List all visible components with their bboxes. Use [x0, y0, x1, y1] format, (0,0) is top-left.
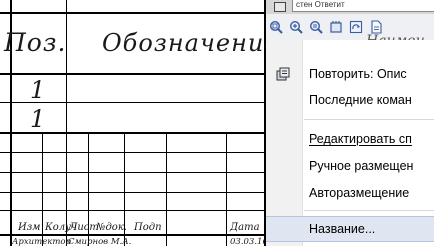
menu-item-label: Повторить: Опис	[309, 67, 407, 81]
checkbox-icon[interactable]	[274, 2, 286, 12]
zoom-scale-icon[interactable]	[308, 18, 324, 35]
drawing-sheet[interactable]: Поз. Обозначение 1 1 Изм Колуч Лист №док…	[0, 0, 266, 246]
pan-icon[interactable]	[328, 18, 344, 35]
sheet-col-divider	[66, 0, 67, 132]
menu-separator	[304, 210, 434, 211]
refresh-view-icon[interactable]	[348, 18, 364, 35]
sheet-top-border	[0, 12, 266, 14]
developer-name: Смирнов М.А.	[68, 237, 132, 246]
designation-header: Обозначение	[102, 29, 266, 57]
row-1-bottom-line	[0, 102, 266, 103]
header-bottom-border	[0, 73, 266, 75]
title-data-label: Дата	[230, 222, 260, 233]
menu-item-label: Название...	[309, 222, 376, 236]
menu-item-manual-placement[interactable]: Ручное размещен	[266, 154, 434, 178]
signature-date: 03.03.16	[230, 237, 266, 246]
menu-item-title[interactable]: Название...	[266, 216, 434, 242]
menu-item-edit-spec[interactable]: Редактировать сп	[266, 127, 434, 151]
repeat-command-icon	[275, 66, 291, 82]
menu-item-label: Редактировать сп	[309, 132, 412, 146]
title-col-5	[166, 132, 167, 246]
property-field[interactable]: стен Ответит	[292, 0, 434, 12]
menu-item-label: Последние коман	[309, 93, 412, 107]
title-col-6	[226, 132, 227, 246]
developer-role: Архитектор	[12, 237, 71, 246]
title-podp-label: Подп	[134, 222, 162, 233]
menu-item-auto-placement[interactable]: Авторазмещение	[266, 181, 434, 205]
position-header: Поз.	[4, 28, 67, 57]
row-2-position: 1	[30, 105, 46, 133]
menu-item-label: Авторазмещение	[309, 186, 410, 200]
menu-item-recent-commands[interactable]: Последние коман	[266, 88, 434, 112]
app-panel: стен Ответит Наимен Повторить: Опис	[266, 0, 434, 246]
title-n-dok-label: №док.	[96, 222, 127, 233]
zoom-in-icon[interactable]	[288, 18, 304, 35]
menu-item-label: Ручное размещен	[309, 159, 414, 173]
row-1-position: 1	[30, 76, 46, 104]
context-menu: Повторить: Опис Последние коман Редактир…	[266, 40, 434, 246]
zoom-to-fit-icon[interactable]	[268, 18, 284, 35]
menu-item-repeat[interactable]: Повторить: Опис	[266, 62, 434, 86]
menu-separator	[304, 119, 434, 120]
title-list-label: Лист	[69, 222, 99, 233]
title-col-1	[42, 132, 43, 246]
title-izm-label: Изм	[18, 222, 41, 233]
